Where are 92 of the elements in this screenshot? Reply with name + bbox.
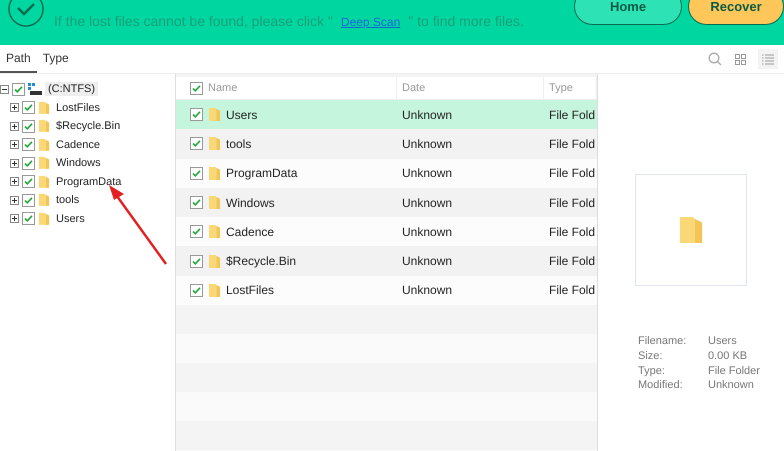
checkbox[interactable] <box>22 101 35 114</box>
folder-icon <box>208 166 221 181</box>
checkbox[interactable] <box>22 175 35 188</box>
tree-item[interactable]: Cadence <box>53 138 104 152</box>
expand-icon[interactable] <box>10 158 19 168</box>
table-cell-text: Unknown <box>401 136 454 151</box>
folder-icon <box>38 138 50 152</box>
tab[interactable]: Type <box>36 45 75 73</box>
list-icon <box>762 54 774 64</box>
detail-value: 0.00 KB <box>708 348 748 364</box>
checkbox[interactable] <box>190 225 203 238</box>
folder-icon <box>208 282 221 298</box>
search-icon[interactable] <box>708 52 722 66</box>
table-cell-text: File Fold <box>548 254 596 268</box>
table-cell: Windows <box>226 196 275 210</box>
table-cell-text: Unknown <box>401 196 454 210</box>
table-cell-text: Unknown <box>401 224 454 239</box>
table-cell-text: File Fold <box>548 283 596 298</box>
folder-icon <box>38 156 50 170</box>
folder-icon <box>208 254 221 269</box>
expand-icon[interactable] <box>10 103 19 112</box>
folder-icon <box>678 215 704 245</box>
table-cell: ProgramData <box>226 166 298 180</box>
table-cell-text: Unknown <box>401 283 454 298</box>
hint-text: If the lost files cannot be found, please click " <box>54 13 333 29</box>
table-cell-text: Unknown <box>401 108 454 122</box>
expand-icon[interactable] <box>10 122 19 131</box>
expand-icon[interactable] <box>10 177 19 186</box>
folder-icon <box>38 119 50 134</box>
tree-item[interactable]: $Recycle.Bin <box>53 119 124 134</box>
table-row[interactable]: Cadence Unknown File Fold <box>176 217 597 246</box>
folder-icon <box>208 224 221 240</box>
table-row[interactable]: LostFiles Unknown File Fold <box>176 276 597 306</box>
table-row[interactable]: ProgramData Unknown File Fold <box>176 158 597 188</box>
checkbox[interactable] <box>22 138 35 152</box>
folder-icon <box>208 136 221 152</box>
table-row[interactable]: Users Unknown File Fold <box>176 100 597 130</box>
folder-icon <box>38 212 50 226</box>
grid-icon <box>734 54 746 64</box>
checkbox[interactable] <box>190 137 203 150</box>
folder-icon <box>38 174 50 189</box>
tree-item[interactable]: Windows <box>53 156 104 170</box>
table-cell-text: File Fold <box>548 166 596 180</box>
drive-icon <box>28 83 42 96</box>
detail-value: Users <box>708 334 738 349</box>
table-cell-text: Unknown <box>401 254 454 268</box>
tree-item[interactable]: Users <box>53 212 88 226</box>
checkbox[interactable] <box>190 166 203 180</box>
table-cell-text: Unknown <box>401 166 454 180</box>
expand-icon[interactable] <box>10 140 19 150</box>
table-cell-text: File Fold <box>548 196 596 210</box>
recover-button[interactable]: Recover <box>688 0 784 25</box>
column-label: Name <box>208 82 238 94</box>
folder-icon <box>38 100 50 115</box>
expand-icon[interactable] <box>10 196 19 205</box>
detail-label: Modified: <box>638 378 684 393</box>
checkbox[interactable] <box>190 196 203 210</box>
checkbox[interactable] <box>190 254 203 268</box>
checkbox[interactable] <box>12 82 25 96</box>
table-cell: LostFiles <box>226 283 274 298</box>
tree-item[interactable]: LostFiles <box>53 100 104 115</box>
table-cell: Users <box>226 108 258 122</box>
table-cell: tools <box>226 136 252 151</box>
checkbox[interactable] <box>190 108 203 122</box>
checkbox[interactable] <box>22 194 35 207</box>
expand-icon[interactable] <box>10 214 19 224</box>
folder-icon <box>38 193 50 208</box>
detail-value: Unknown <box>708 378 755 393</box>
home-button[interactable]: Home <box>574 0 682 25</box>
table-cell: $Recycle.Bin <box>226 254 296 268</box>
collapse-icon[interactable] <box>0 84 9 94</box>
folder-icon <box>208 195 221 210</box>
checkbox[interactable] <box>22 156 35 170</box>
detail-label: Size: <box>638 348 664 364</box>
table-cell: Cadence <box>226 224 274 239</box>
detail-value: File Folder <box>708 364 760 378</box>
checkbox[interactable] <box>190 284 203 297</box>
checkbox[interactable] <box>22 212 35 226</box>
detail-label: Filename: <box>638 334 688 349</box>
tree-item[interactable]: (C:NTFS) <box>45 82 98 96</box>
list-view-button[interactable] <box>758 49 778 69</box>
tree-item[interactable]: ProgramData <box>53 174 124 189</box>
hint-text: " to find more files. <box>408 13 524 29</box>
table-cell-text: File Fold <box>548 108 596 122</box>
checkbox[interactable] <box>22 120 35 133</box>
tree-item[interactable]: tools <box>53 193 82 208</box>
detail-label: Type: <box>638 364 666 378</box>
tab[interactable]: Path <box>0 45 37 73</box>
folder-icon <box>208 107 221 122</box>
checkbox[interactable] <box>190 82 203 94</box>
table-cell-text: File Fold <box>548 224 596 239</box>
table-cell-text: File Fold <box>548 136 596 151</box>
